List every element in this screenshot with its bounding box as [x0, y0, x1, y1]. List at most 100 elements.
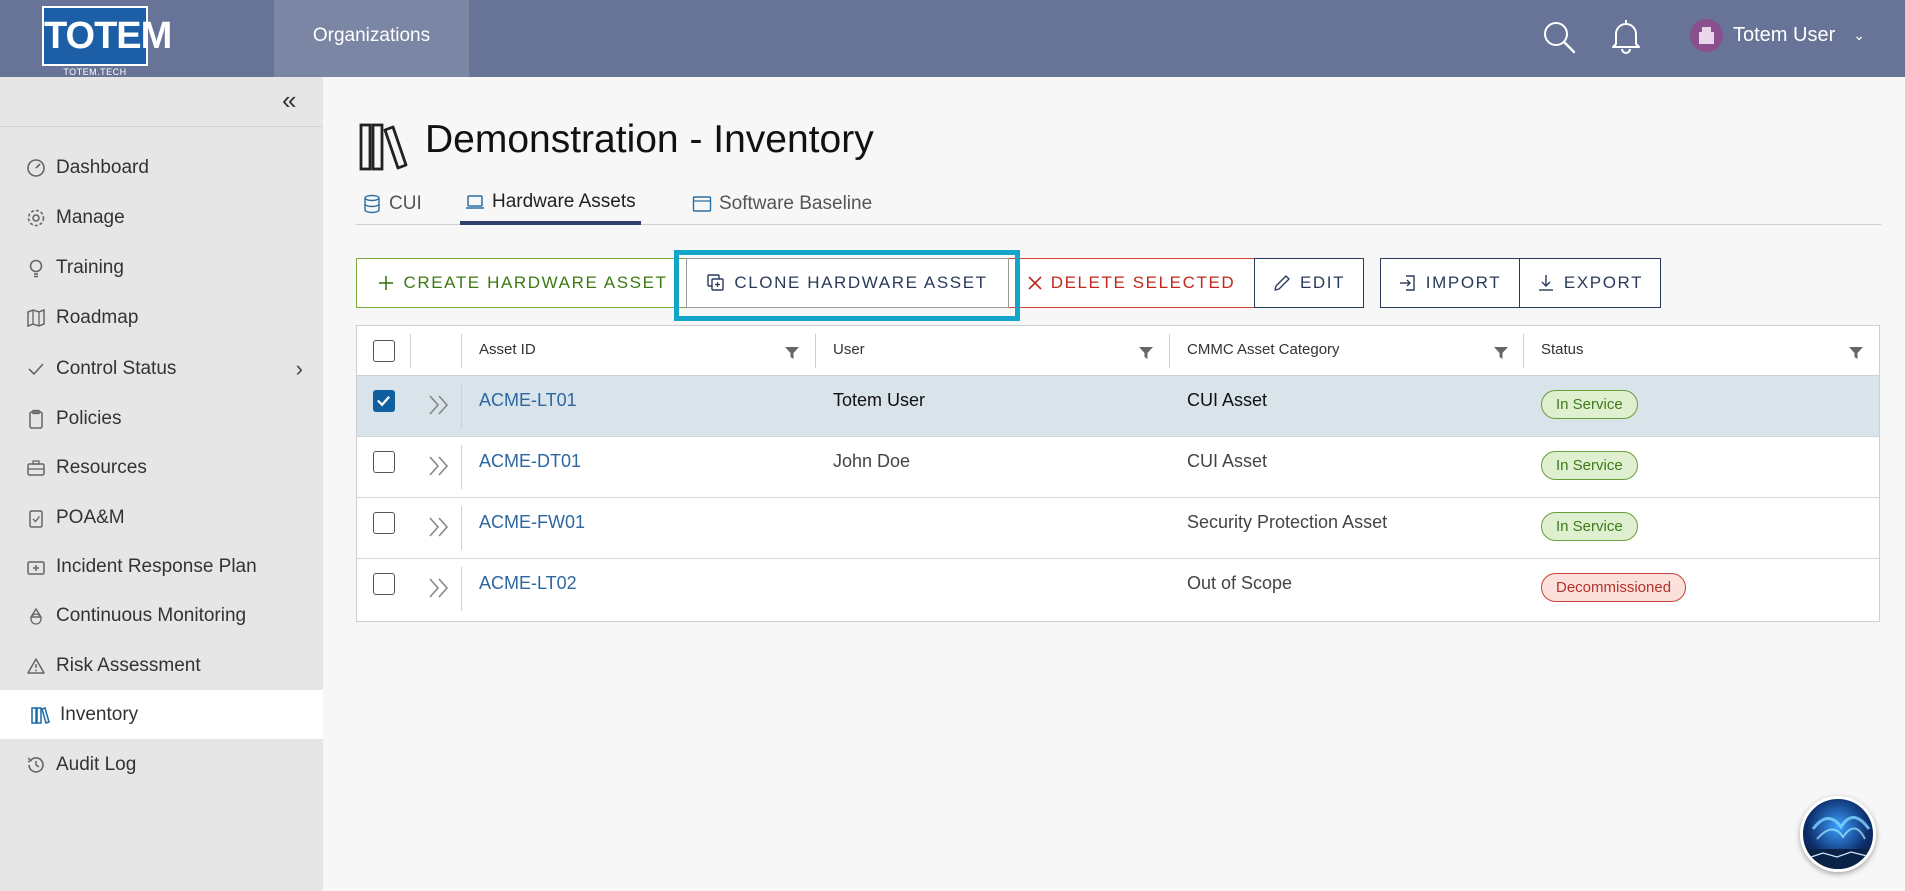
expand-row-icon[interactable] — [427, 392, 451, 418]
row-checkbox[interactable] — [373, 512, 395, 534]
sidebar-item-label: Policies — [56, 407, 122, 429]
database-icon — [362, 194, 382, 214]
select-all-checkbox[interactable] — [373, 340, 395, 362]
tab-cui[interactable]: CUI — [362, 183, 422, 225]
sidebar-item-training[interactable]: Training — [0, 243, 323, 292]
books-icon — [30, 705, 50, 725]
tab-software-baseline[interactable]: Software Baseline — [692, 183, 872, 225]
edit-button[interactable]: EDIT — [1254, 258, 1364, 308]
delete-label: DELETE SELECTED — [1050, 273, 1236, 292]
clone-hardware-asset-button[interactable]: CLONE HARDWARE ASSET — [686, 258, 1009, 308]
sidebar-item-control-status[interactable]: Control Status › — [0, 344, 323, 393]
export-label: EXPORT — [1563, 273, 1644, 292]
sidebar-item-inventory[interactable]: Inventory — [0, 690, 323, 739]
user-menu[interactable]: Totem User ⌄ — [1690, 18, 1865, 52]
sidebar-item-roadmap[interactable]: Roadmap — [0, 293, 323, 342]
expand-row-icon[interactable] — [427, 575, 451, 601]
chevron-right-icon[interactable]: › — [296, 356, 303, 382]
column-divider — [410, 334, 411, 368]
category-cell: Out of Scope — [1187, 573, 1293, 593]
sidebar-item-label: Resources — [56, 456, 147, 478]
sidebar-item-dashboard[interactable]: Dashboard — [0, 143, 323, 192]
filter-icon[interactable] — [1139, 346, 1153, 360]
close-icon — [1028, 276, 1042, 290]
warning-icon — [26, 656, 46, 676]
pencil-icon — [1273, 274, 1291, 292]
category-cell: CUI Asset — [1187, 390, 1268, 410]
create-label: CREATE HARDWARE ASSET — [403, 273, 668, 292]
sidebar-item-poam[interactable]: POA&M — [0, 493, 323, 542]
column-header-user[interactable]: User — [833, 341, 865, 358]
sidebar-item-label: Audit Log — [56, 753, 137, 775]
sidebar-item-label: Inventory — [60, 703, 139, 725]
sidebar-item-risk-assessment[interactable]: Risk Assessment — [0, 641, 323, 690]
column-header-cmmc-asset-category[interactable]: CMMC Asset Category — [1187, 341, 1340, 358]
filter-icon[interactable] — [1494, 346, 1508, 360]
table-header: Asset ID User CMMC Asset Category Status — [357, 326, 1879, 376]
hardware-assets-table: Asset ID User CMMC Asset Category Status… — [356, 325, 1880, 622]
status-badge: In Service — [1541, 451, 1638, 480]
asset-id-link[interactable]: ACME-DT01 — [479, 451, 581, 472]
assistant-chat-button[interactable] — [1800, 796, 1876, 872]
sidebar-item-manage[interactable]: Manage — [0, 193, 323, 242]
column-divider — [1523, 334, 1524, 368]
asset-id-link[interactable]: ACME-LT02 — [479, 573, 577, 594]
lightbulb-icon — [26, 258, 46, 278]
filter-icon[interactable] — [785, 346, 799, 360]
sidebar: « Dashboard Manage Training Roadmap Cont… — [0, 77, 323, 891]
search-icon[interactable] — [1542, 20, 1576, 54]
create-hardware-asset-button[interactable]: CREATE HARDWARE ASSET — [356, 258, 690, 308]
logo-subtext: TOTEM.TECH — [63, 67, 127, 77]
gauge-icon — [26, 158, 46, 178]
import-button[interactable]: IMPORT — [1380, 258, 1520, 308]
column-divider — [815, 334, 816, 368]
sidebar-item-label: Continuous Monitoring — [56, 604, 247, 626]
column-divider — [461, 445, 462, 489]
row-checkbox[interactable] — [373, 390, 395, 412]
tab-hardware-assets[interactable]: Hardware Assets — [460, 183, 641, 225]
status-badge: Decommissioned — [1541, 573, 1687, 602]
status-badge: In Service — [1541, 512, 1638, 541]
sidebar-item-policies[interactable]: Policies — [0, 394, 323, 443]
column-header-status[interactable]: Status — [1541, 341, 1584, 358]
sidebar-item-incident-response-plan[interactable]: Incident Response Plan — [0, 542, 323, 591]
table-row[interactable]: ACME-LT02 Out of Scope Decommissioned — [357, 559, 1879, 620]
sidebar-item-resources[interactable]: Resources — [0, 443, 323, 492]
expand-row-icon[interactable] — [427, 453, 451, 479]
column-divider — [461, 334, 462, 368]
expand-row-icon[interactable] — [427, 514, 451, 540]
sidebar-item-label: POA&M — [56, 506, 125, 528]
collapse-sidebar-icon[interactable]: « — [282, 87, 310, 115]
user-cell: John Doe — [833, 451, 911, 471]
delete-selected-button[interactable]: DELETE SELECTED — [1009, 258, 1255, 308]
top-header: TOTEM TOTEM.TECH Organizations Totem Use… — [0, 0, 1905, 77]
table-row[interactable]: ACME-LT01 Totem User CUI Asset In Servic… — [357, 376, 1879, 437]
totem-logo[interactable]: TOTEM TOTEM.TECH — [42, 6, 172, 77]
aurora-avatar-icon — [1803, 816, 1873, 869]
bell-icon[interactable] — [1610, 18, 1642, 54]
column-divider — [1169, 334, 1170, 368]
filter-icon[interactable] — [1849, 346, 1863, 360]
inventory-tabs: CUI Hardware Assets Software Baseline — [356, 183, 1881, 225]
asset-id-link[interactable]: ACME-FW01 — [479, 512, 585, 533]
sidebar-item-continuous-monitoring[interactable]: Continuous Monitoring — [0, 591, 323, 640]
asset-id-link[interactable]: ACME-LT01 — [479, 390, 577, 411]
map-icon — [26, 308, 46, 328]
import-label: IMPORT — [1425, 273, 1502, 292]
export-button[interactable]: EXPORT — [1519, 258, 1661, 308]
chevron-down-icon: ⌄ — [1853, 26, 1865, 43]
logo-text: TOTEM — [42, 6, 172, 66]
column-divider — [461, 567, 462, 611]
column-divider — [461, 506, 462, 550]
tab-label: Software Baseline — [719, 193, 873, 214]
sidebar-item-audit-log[interactable]: Audit Log — [0, 740, 323, 789]
table-row[interactable]: ACME-FW01 Security Protection Asset In S… — [357, 498, 1879, 559]
history-icon — [26, 755, 46, 775]
clone-icon — [707, 274, 725, 292]
table-row[interactable]: ACME-DT01 John Doe CUI Asset In Service — [357, 437, 1879, 498]
row-checkbox[interactable] — [373, 573, 395, 595]
nav-organizations[interactable]: Organizations — [274, 0, 469, 77]
clipboard-icon — [26, 409, 46, 429]
row-checkbox[interactable] — [373, 451, 395, 473]
column-header-asset-id[interactable]: Asset ID — [479, 341, 536, 358]
